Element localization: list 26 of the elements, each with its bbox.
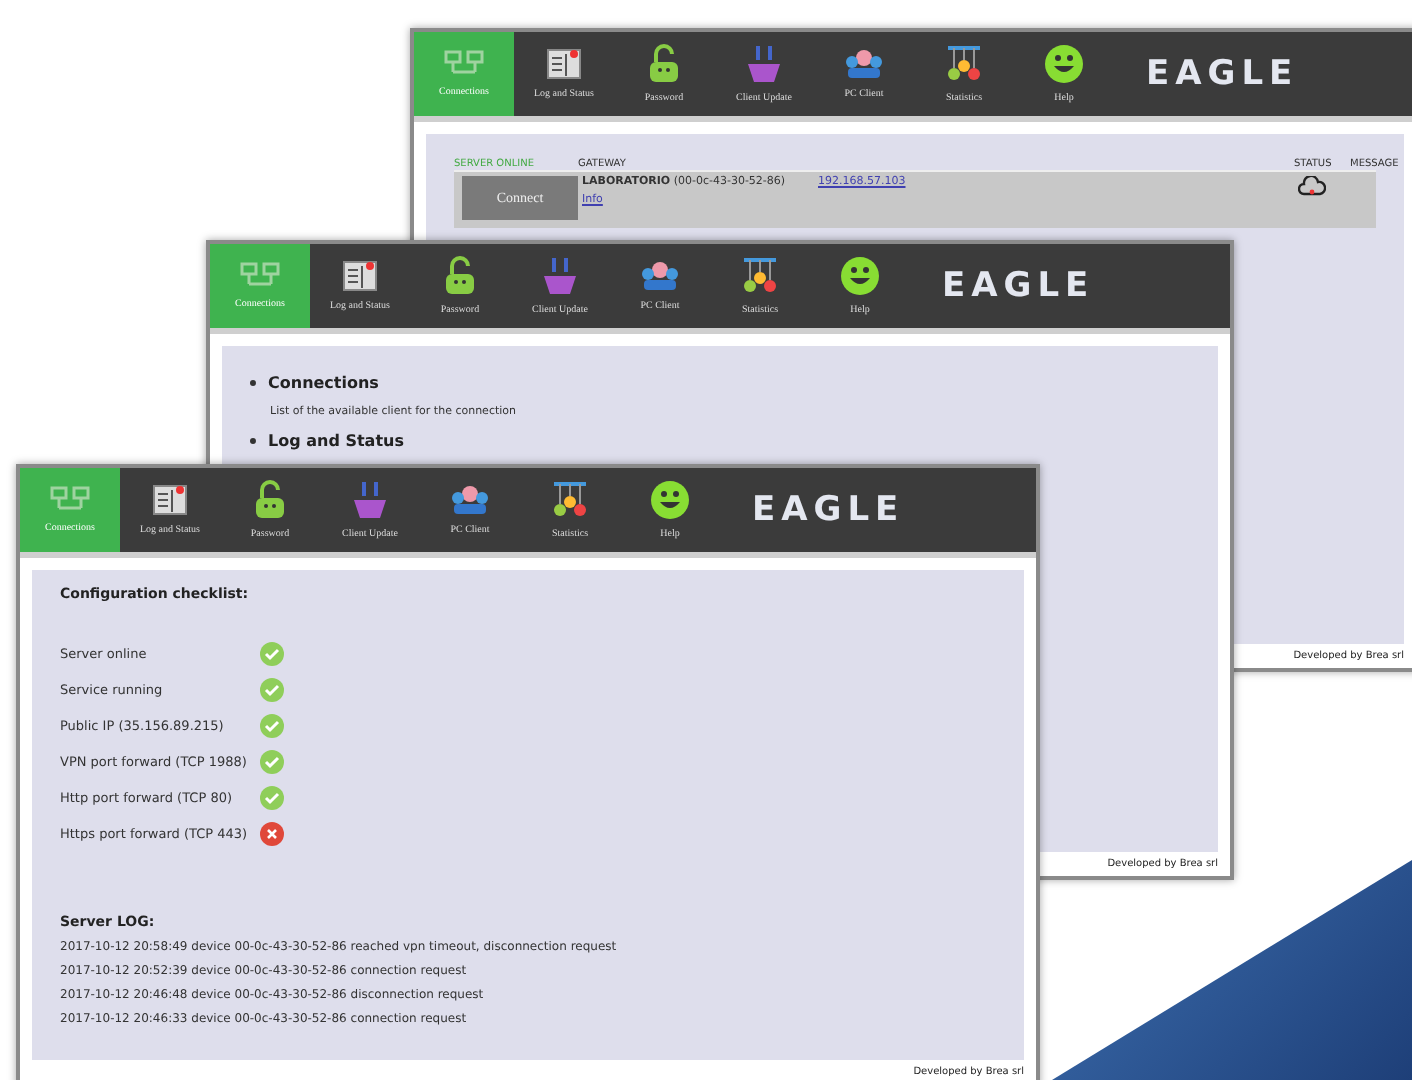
cloud-icon [1298,176,1326,196]
smiley-icon [650,480,690,520]
network-icon [50,486,90,514]
padlock-icon [254,480,286,520]
logo: EAGLE [1146,54,1299,94]
basket-icon [352,480,388,520]
smiley-icon [1044,44,1084,84]
people-icon [450,484,490,516]
padlock-icon [648,44,680,84]
panel-icon [342,260,378,292]
smiley-icon [840,256,880,296]
basket-icon [542,256,578,296]
padlock-icon [444,256,476,296]
bullet-icon [250,438,256,444]
panel-icon [152,484,188,516]
people-icon [844,48,884,80]
network-icon [444,50,484,78]
network-icon [240,262,280,290]
section-heading: Log and Status [268,432,404,450]
bullet-icon [250,380,256,386]
logo: EAGLE [942,266,1095,306]
logo: EAGLE [752,490,905,530]
section-heading: Connections [268,374,379,392]
panel-icon [546,48,582,80]
people-icon [640,260,680,292]
basket-icon [746,44,782,84]
